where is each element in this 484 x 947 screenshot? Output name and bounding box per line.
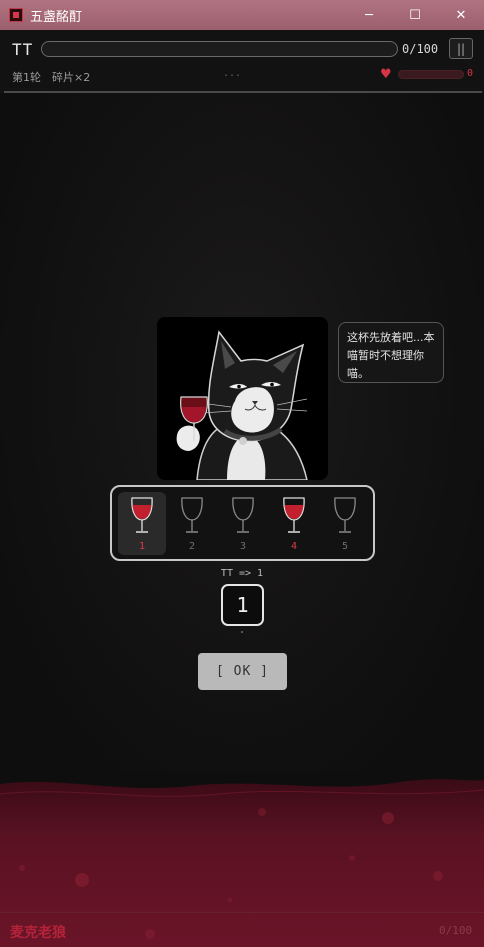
round-label: 第1轮 bbox=[12, 71, 41, 84]
wine-glass-empty-icon bbox=[232, 497, 254, 533]
glass-number: 4 bbox=[290, 541, 298, 552]
hud-panel: TT 0/100 || 第1轮 碎片×2 ... ♥ 0 bbox=[0, 30, 484, 93]
wine-glass-4[interactable]: 4 bbox=[270, 492, 318, 555]
wine-glass-1[interactable]: 1 bbox=[118, 492, 166, 555]
wine-glass-full-icon bbox=[131, 497, 153, 533]
heart-icon: ♥ bbox=[380, 67, 392, 82]
wine-glass-2[interactable]: 2 bbox=[168, 492, 216, 555]
maximize-button[interactable]: ☐ bbox=[392, 0, 438, 30]
shards-label: 碎片×2 bbox=[52, 71, 91, 84]
cat-with-wine-illustration bbox=[157, 317, 328, 480]
glass-number: 1 bbox=[138, 541, 146, 552]
pause-button[interactable]: || bbox=[449, 38, 473, 59]
wine-glass-empty-icon bbox=[181, 497, 203, 533]
minimize-button[interactable]: ─ bbox=[346, 0, 392, 30]
hp-bar bbox=[398, 70, 464, 79]
choice-log: TT => 1 bbox=[220, 568, 264, 579]
window-title: 五盏酩酊 bbox=[30, 9, 83, 25]
opponent-progress-text: 0/100 bbox=[439, 924, 473, 937]
player-name: TT bbox=[12, 40, 34, 59]
opponent-name: 麦克老狼 bbox=[10, 925, 66, 941]
wine-glass-3[interactable]: 3 bbox=[219, 492, 267, 555]
hp-value: 0 bbox=[467, 68, 474, 79]
wine-glass-empty-icon bbox=[334, 497, 356, 533]
cat-speech-bubble: 这杯先放着吧...本喵暂时不想理你喵。 bbox=[338, 322, 444, 383]
decorative-dot bbox=[241, 631, 243, 633]
status-dots: ... bbox=[223, 68, 242, 79]
ok-button[interactable]: [ OK ] bbox=[198, 653, 287, 690]
glass-number: 5 bbox=[341, 541, 349, 552]
window-controls: ─ ☐ ✕ bbox=[346, 0, 484, 30]
wine-glass-5[interactable]: 5 bbox=[321, 492, 369, 555]
wine-glass-full-icon bbox=[283, 497, 305, 533]
wine-glass-tray: 1 2 3 4 5 bbox=[110, 485, 375, 561]
glass-number: 2 bbox=[188, 541, 196, 552]
selected-number-box[interactable]: 1 bbox=[221, 584, 264, 626]
cat-portrait bbox=[157, 317, 328, 480]
player-progress-bar bbox=[41, 41, 398, 57]
glass-number: 3 bbox=[239, 541, 247, 552]
player-progress-text: 0/100 bbox=[402, 42, 439, 56]
app-logo-icon bbox=[9, 8, 23, 22]
close-button[interactable]: ✕ bbox=[438, 0, 484, 30]
window-titlebar: 五盏酩酊 ─ ☐ ✕ bbox=[0, 0, 484, 30]
opponent-bar bbox=[0, 912, 484, 947]
